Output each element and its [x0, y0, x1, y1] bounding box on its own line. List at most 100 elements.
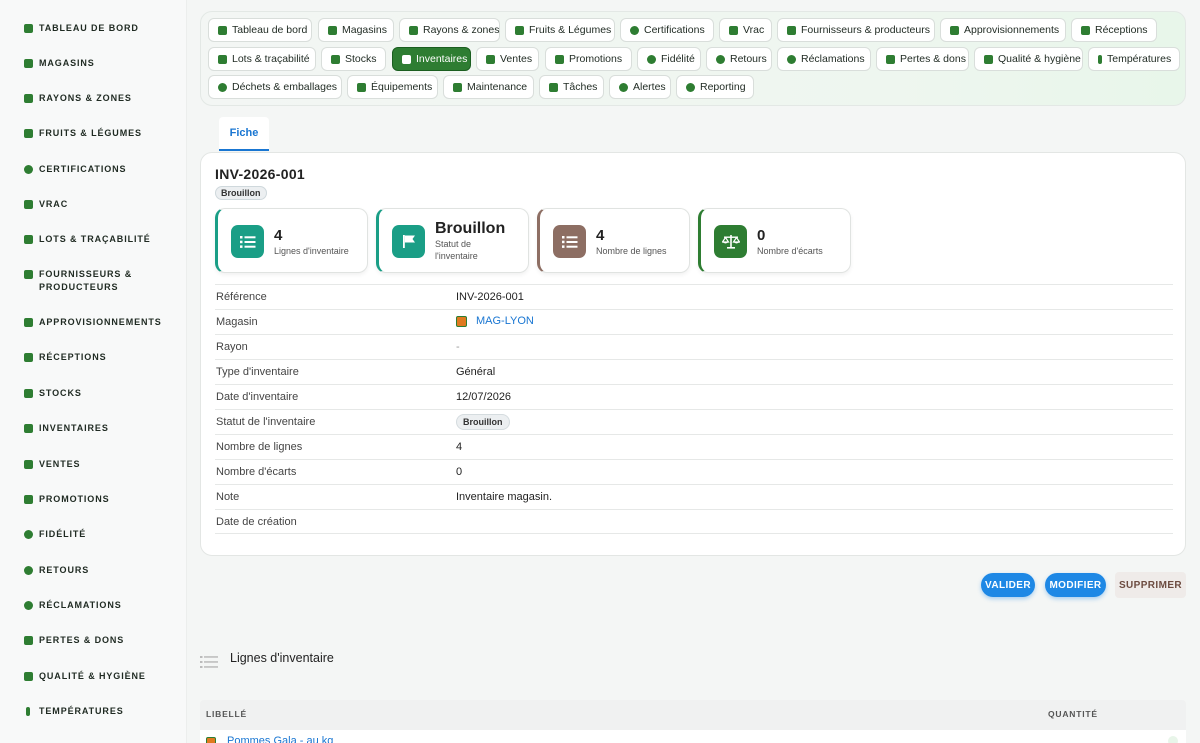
sidebar-item-label: Températures	[39, 706, 124, 716]
list-icon	[231, 225, 264, 258]
sidebar-item-certifications[interactable]: Certifications	[0, 163, 187, 176]
field-label: Nombre de lignes	[216, 441, 303, 453]
chip-fidelite[interactable]: Fidélité	[637, 47, 701, 71]
chip-rayons[interactable]: Rayons & zones	[399, 18, 500, 42]
stat-value: 4	[596, 227, 605, 244]
sidebar-item-stocks[interactable]: Stocks	[0, 387, 187, 400]
badge-icon	[630, 25, 639, 35]
field-label: Nombre d'écarts	[216, 466, 297, 478]
chip-qualite[interactable]: Qualité & hygiène	[974, 47, 1083, 71]
sidebar-item-rayons[interactable]: Rayons & zones	[0, 92, 187, 105]
field-label: Référence	[216, 291, 267, 303]
sidebar-item-fruits-legumes[interactable]: Fruits & légumes	[0, 127, 187, 140]
balance-scale-icon	[714, 225, 747, 258]
chip-pertes-dons[interactable]: Pertes & dons	[876, 47, 969, 71]
sidebar-item-magasins[interactable]: Magasins	[0, 57, 187, 70]
chip-maintenance[interactable]: Maintenance	[443, 75, 534, 99]
chip-label: Réceptions	[1095, 24, 1148, 36]
store-icon	[456, 315, 467, 327]
chip-label: Approvisionnements	[964, 24, 1060, 36]
comment-icon	[24, 601, 33, 610]
chip-label: Magasins	[342, 24, 387, 36]
chip-promotions[interactable]: Promotions	[545, 47, 632, 71]
sidebar-item-tableau-de-bord[interactable]: Tableau de bord	[0, 22, 187, 35]
clipboard-check-icon	[24, 672, 33, 681]
sidebar-item-vrac[interactable]: Vrac	[0, 198, 187, 211]
column-header-quantite[interactable]: Quantité	[1048, 709, 1098, 719]
sidebar-item-label: Tableau de bord	[39, 23, 139, 33]
sidebar-item-label: Promotions	[39, 494, 110, 504]
field-row-reference: Référence INV-2026-001	[215, 284, 1173, 309]
warehouse-icon	[331, 54, 340, 64]
magasin-link[interactable]: MAG-LYON	[456, 315, 534, 327]
chip-alertes[interactable]: Alertes	[609, 75, 671, 99]
chip-stocks[interactable]: Stocks	[321, 47, 386, 71]
chip-dechets[interactable]: Déchets & emballages	[208, 75, 342, 99]
chip-fournisseurs[interactable]: Fournisseurs & producteurs	[777, 18, 935, 42]
wrench-icon	[453, 82, 462, 92]
chip-taches[interactable]: Tâches	[539, 75, 604, 99]
clipboard-icon	[24, 424, 33, 433]
chip-label: Certifications	[644, 24, 705, 36]
chip-equipements[interactable]: Équipements	[347, 75, 438, 99]
chip-retours[interactable]: Retours	[706, 47, 772, 71]
sidebar-item-ventes[interactable]: Ventes	[0, 458, 187, 471]
chip-vrac[interactable]: Vrac	[719, 18, 772, 42]
sidebar-item-pertes-dons[interactable]: Pertes & dons	[0, 634, 187, 647]
product-icon	[206, 737, 216, 743]
chip-magasins[interactable]: Magasins	[318, 18, 394, 42]
table-row[interactable]: Pommes Gala - au kg	[200, 730, 1186, 743]
chip-lots[interactable]: Lots & traçabilité	[208, 47, 316, 71]
truck-icon	[24, 353, 33, 362]
chip-reporting[interactable]: Reporting	[676, 75, 754, 99]
stat-card-nombre-lignes: 4 Nombre de lignes	[537, 208, 690, 273]
sidebar-item-label: Qualité & hygiène	[39, 671, 146, 681]
sidebar-item-label: Rayons & zones	[39, 93, 132, 103]
chip-label: Pertes & dons	[900, 53, 966, 65]
chip-certifications[interactable]: Certifications	[620, 18, 714, 42]
field-value: 4	[456, 441, 463, 453]
validate-button[interactable]: VALIDER	[981, 573, 1035, 597]
chip-reclamations[interactable]: Réclamations	[777, 47, 871, 71]
sidebar-item-reclamations[interactable]: Réclamations	[0, 599, 187, 612]
sidebar-item-receptions[interactable]: Réceptions	[0, 351, 187, 364]
sidebar: Tableau de bord Magasins Rayons & zones …	[0, 0, 187, 743]
chip-ventes[interactable]: Ventes	[476, 47, 539, 71]
store-icon	[328, 25, 337, 35]
chip-inventaires[interactable]: Inventaires	[392, 47, 471, 71]
chip-tableau-de-bord[interactable]: Tableau de bord	[208, 18, 312, 42]
award-icon	[647, 54, 656, 64]
field-label: Date d'inventaire	[216, 391, 299, 403]
list-icon	[200, 656, 218, 668]
field-label: Magasin	[216, 316, 258, 328]
chip-label: Lots & traçabilité	[232, 53, 310, 65]
detail-card: INV-2026-001 Brouillon 4 Lignes d'invent…	[200, 152, 1186, 556]
edit-button[interactable]: MODIFIER	[1045, 573, 1106, 597]
sidebar-item-temperatures[interactable]: Températures	[0, 705, 187, 718]
stat-value: 0	[757, 227, 766, 244]
column-header-libelle[interactable]: Libellé	[206, 709, 247, 719]
chip-receptions[interactable]: Réceptions	[1071, 18, 1157, 42]
sidebar-item-inventaires[interactable]: Inventaires	[0, 422, 187, 435]
trash-icon	[886, 54, 895, 64]
chip-label: Vrac	[743, 24, 765, 36]
sidebar-item-approvisionnements[interactable]: Approvisionnements	[0, 316, 187, 329]
sidebar-item-fournisseurs[interactable]: Fournisseurs & producteurs	[0, 268, 187, 294]
chip-approvisionnements[interactable]: Approvisionnements	[940, 18, 1066, 42]
store-icon	[24, 59, 33, 68]
chip-fruits-legumes[interactable]: Fruits & Légumes	[505, 18, 615, 42]
sidebar-item-qualite[interactable]: Qualité & hygiène	[0, 670, 187, 683]
sidebar-item-fidelite[interactable]: Fidélité	[0, 528, 187, 541]
flag-icon	[392, 225, 425, 258]
stat-value: 4	[274, 227, 283, 244]
sidebar-item-lots[interactable]: Lots & traçabilité	[0, 233, 187, 246]
delete-button[interactable]: SUPPRIMER	[1115, 572, 1186, 598]
sidebar-item-promotions[interactable]: Promotions	[0, 493, 187, 506]
field-label: Statut de l'inventaire	[216, 416, 316, 428]
tractor-icon	[787, 25, 796, 35]
sidebar-item-retours[interactable]: Retours	[0, 564, 187, 577]
chip-temperatures[interactable]: Températures	[1088, 47, 1180, 71]
tab-fiche[interactable]: Fiche	[219, 117, 269, 151]
row-label-link[interactable]: Pommes Gala - au kg	[227, 735, 333, 743]
stat-card-ecarts: 0 Nombre d'écarts	[698, 208, 851, 273]
